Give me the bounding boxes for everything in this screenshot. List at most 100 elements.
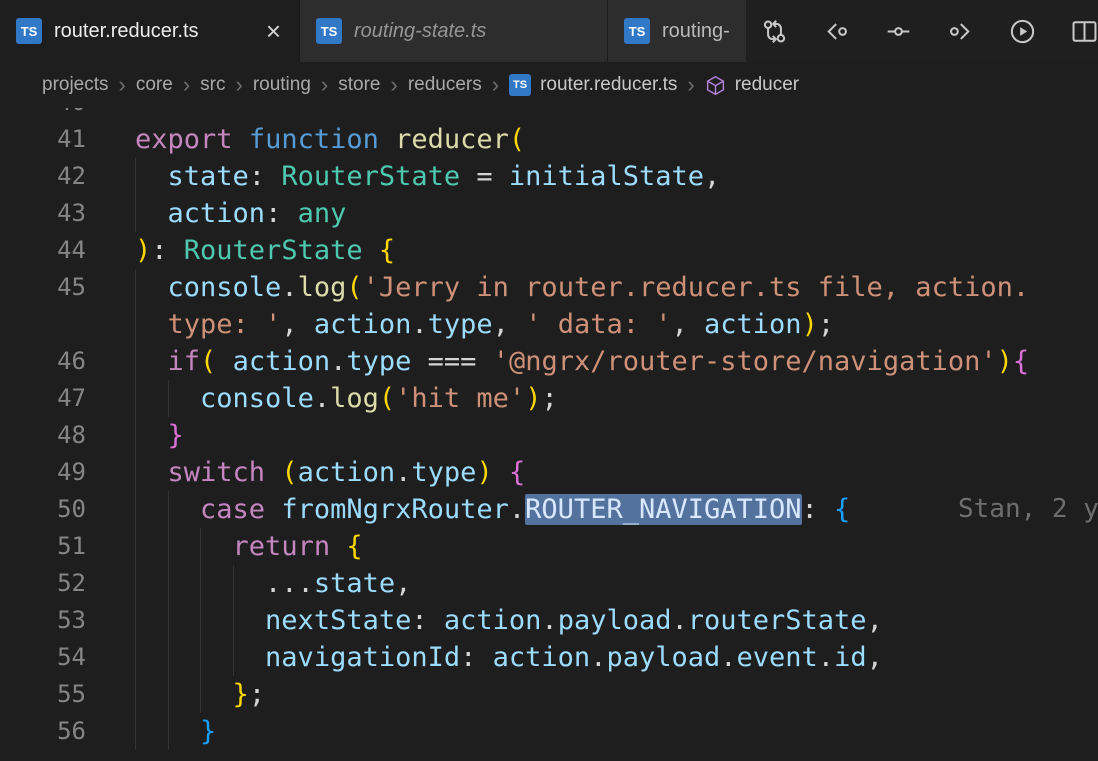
code-token: nextState — [265, 605, 411, 636]
code-text: if( action.type === '@ngrx/router-store/… — [86, 343, 1098, 380]
editor-actions-toolbar — [746, 0, 1098, 62]
code-line[interactable]: 51 return { — [0, 528, 1098, 565]
indent-guide — [135, 343, 136, 380]
tab-routing-truncated[interactable]: TS routing- — [608, 0, 758, 62]
tab-routing-state[interactable]: TS routing-state.ts — [300, 0, 608, 62]
code-token — [265, 457, 281, 488]
line-number[interactable] — [0, 306, 86, 343]
indent-guide — [168, 565, 169, 602]
line-number[interactable]: 48 — [0, 417, 86, 454]
code-token — [363, 235, 379, 266]
tab-router-reducer[interactable]: TS router.reducer.ts × — [0, 0, 300, 62]
code-token: . — [509, 494, 525, 525]
typescript-file-icon: TS — [316, 18, 342, 44]
code-token: 'Jerry in router.reducer.ts file, action… — [363, 272, 1029, 303]
code-line[interactable]: 46 if( action.type === '@ngrx/router-sto… — [0, 343, 1098, 380]
code-line[interactable]: 40 — [0, 108, 1098, 121]
line-number[interactable]: 45 — [0, 269, 86, 306]
indent-guide — [168, 491, 169, 528]
code-line[interactable]: 55 }; — [0, 676, 1098, 713]
code-line[interactable]: 45 console.log('Jerry in router.reducer.… — [0, 269, 1098, 306]
code-token: ... — [265, 568, 314, 599]
code-line[interactable]: 54 navigationId: action.payload.event.id… — [0, 639, 1098, 676]
line-number[interactable]: 49 — [0, 454, 86, 491]
line-number[interactable]: 40 — [0, 108, 86, 121]
indent-guide — [135, 639, 136, 676]
compare-changes-icon[interactable] — [760, 17, 788, 45]
line-number[interactable]: 43 — [0, 195, 86, 232]
code-line[interactable]: 47 console.log('hit me'); — [0, 380, 1098, 417]
code-line[interactable]: 48 } — [0, 417, 1098, 454]
code-token: log — [298, 272, 347, 303]
line-number[interactable]: 42 — [0, 158, 86, 195]
breadcrumb-symbol[interactable]: reducer — [735, 74, 799, 96]
code-token: , — [281, 309, 314, 340]
line-number[interactable]: 46 — [0, 343, 86, 380]
code-token: export — [135, 124, 233, 155]
code-token: . — [411, 309, 427, 340]
code-line[interactable]: 44): RouterState { — [0, 232, 1098, 269]
close-tab-icon[interactable]: × — [264, 18, 283, 44]
code-line[interactable]: 41export function reducer( — [0, 121, 1098, 158]
open-next-change-icon[interactable] — [946, 17, 974, 45]
code-line[interactable]: 43 action: any — [0, 195, 1098, 232]
editor[interactable]: 4041export function reducer(42 state: Ro… — [0, 108, 1098, 761]
code-line[interactable]: 49 switch (action.type) { — [0, 454, 1098, 491]
breadcrumb-core[interactable]: core — [136, 74, 173, 96]
code-token: . — [720, 642, 736, 673]
line-number[interactable]: 56 — [0, 713, 86, 750]
indent-guide — [200, 565, 201, 602]
line-number[interactable]: 50 — [0, 491, 86, 528]
code-token: === — [411, 346, 492, 377]
indent-guide — [135, 602, 136, 639]
code-token: ) — [802, 309, 818, 340]
line-number[interactable]: 51 — [0, 528, 86, 565]
code-token: ) — [135, 235, 151, 266]
line-number[interactable]: 54 — [0, 639, 86, 676]
code-text: ...state, — [86, 565, 1098, 602]
code-line[interactable]: 56 } — [0, 713, 1098, 750]
code-token: RouterState — [184, 235, 363, 266]
file-blame-icon[interactable] — [884, 17, 912, 45]
breadcrumb-projects[interactable]: projects — [42, 74, 109, 96]
code-token: action — [444, 605, 542, 636]
run-or-debug-icon[interactable] — [1008, 17, 1036, 45]
code-line[interactable]: 52 ...state, — [0, 565, 1098, 602]
line-number[interactable]: 52 — [0, 565, 86, 602]
code-token: payload — [606, 642, 720, 673]
code-text: type: ', action.type, ' data: ', action)… — [86, 306, 1098, 343]
code-token — [135, 198, 168, 229]
code-text: action: any — [86, 195, 1098, 232]
indent-guide — [200, 639, 201, 676]
breadcrumb-routing[interactable]: routing — [253, 74, 311, 96]
tab-label: routing- — [662, 20, 730, 43]
code-token — [330, 531, 346, 562]
code-line[interactable]: 53 nextState: action.payload.routerState… — [0, 602, 1098, 639]
code-token: state — [168, 161, 249, 192]
chevron-right-icon: › — [686, 74, 695, 96]
split-editor-icon[interactable] — [1070, 17, 1098, 45]
line-number[interactable]: 55 — [0, 676, 86, 713]
code-line[interactable]: 50 case fromNgrxRouter.ROUTER_NAVIGATION… — [0, 491, 1098, 528]
code-token: = — [460, 161, 509, 192]
line-number[interactable]: 47 — [0, 380, 86, 417]
open-previous-change-icon[interactable] — [822, 17, 850, 45]
breadcrumb-file[interactable]: router.reducer.ts — [540, 74, 677, 96]
code-line-wrap[interactable]: type: ', action.type, ' data: ', action)… — [0, 306, 1098, 343]
code-token: . — [818, 642, 834, 673]
indent-guide — [233, 639, 234, 676]
highlighted-token: ROUTER_NAVIGATION — [525, 494, 801, 525]
line-number[interactable]: 41 — [0, 121, 86, 158]
breadcrumb-store[interactable]: store — [338, 74, 380, 96]
breadcrumb-src[interactable]: src — [200, 74, 225, 96]
typescript-file-icon: TS — [624, 18, 650, 44]
breadcrumb-reducers[interactable]: reducers — [408, 74, 482, 96]
code-token: action — [704, 309, 802, 340]
code-text: navigationId: action.payload.event.id, — [86, 639, 1098, 676]
code-token: RouterState — [281, 161, 460, 192]
line-number[interactable]: 44 — [0, 232, 86, 269]
code-token: initialState — [509, 161, 704, 192]
code-line[interactable]: 42 state: RouterState = initialState, — [0, 158, 1098, 195]
code-token: : — [460, 642, 493, 673]
line-number[interactable]: 53 — [0, 602, 86, 639]
